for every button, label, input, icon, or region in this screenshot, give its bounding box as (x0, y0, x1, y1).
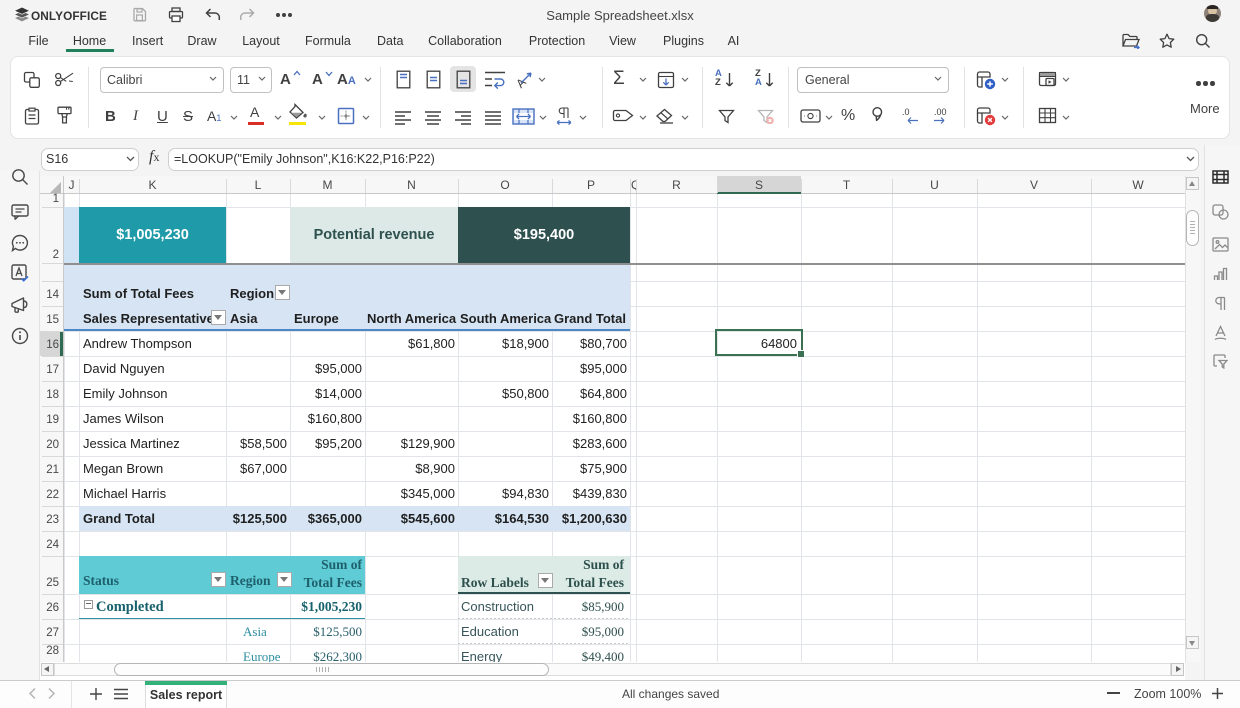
svg-text:.00: .00 (934, 107, 947, 117)
svg-text:.0: .0 (902, 107, 910, 117)
